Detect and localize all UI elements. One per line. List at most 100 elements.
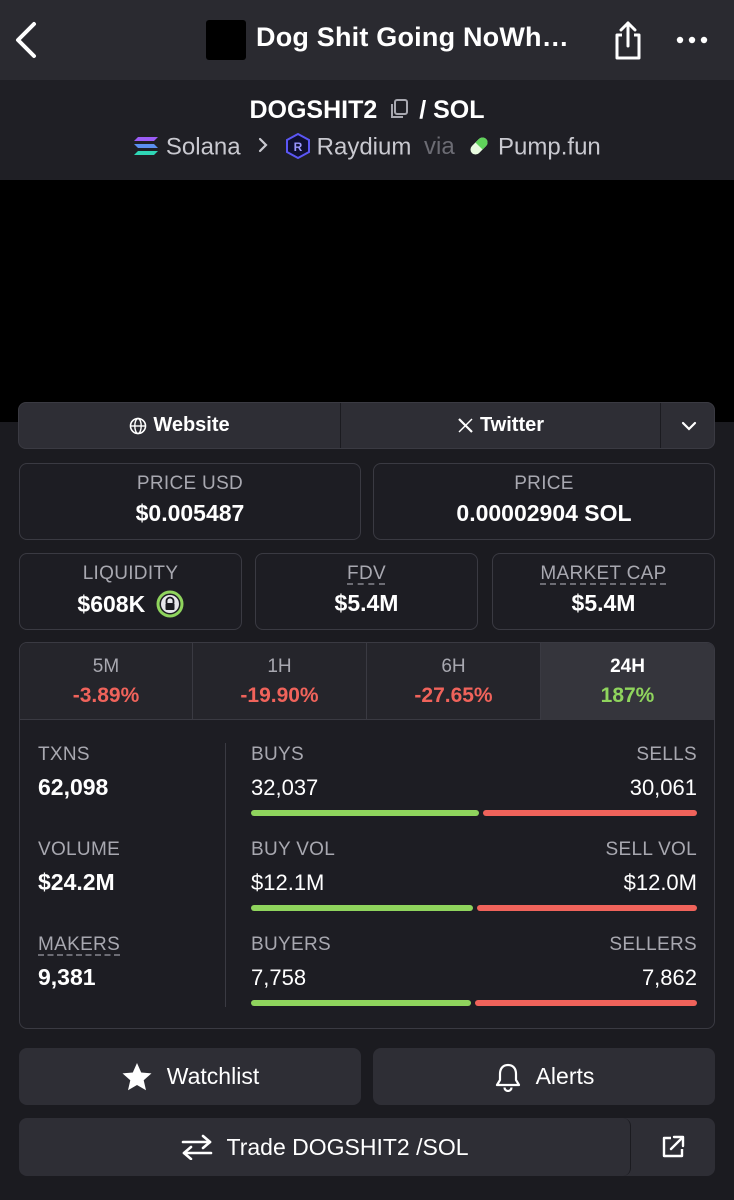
liquidity-card: LIQUIDITY $608K: [19, 553, 242, 630]
sells-bar: [483, 810, 697, 816]
sells-label: SELLS: [636, 744, 697, 765]
price-usd-label: PRICE USD: [136, 473, 244, 494]
timeframe-tabs: 5M -3.89% 1H -19.90% 6H -27.65% 24H 187%: [20, 643, 714, 720]
market-cap-card: MARKET CAP $5.4M: [492, 553, 715, 630]
share-button[interactable]: [608, 18, 648, 62]
makers-stat: MAKERS 9,381: [38, 934, 120, 991]
price-usd-value: $0.005487: [135, 500, 245, 526]
chevron-left-icon: [16, 22, 36, 58]
volume-bar: [251, 905, 697, 911]
makers-value: 9,381: [38, 964, 96, 990]
fdv-card: FDV $5.4M: [255, 553, 478, 630]
chevron-right-icon: [257, 132, 269, 160]
external-link-icon: [662, 1135, 685, 1158]
txns-value: 62,098: [38, 774, 109, 800]
liquidity-value-row: $608K: [20, 590, 241, 622]
bell-icon: [495, 1063, 520, 1092]
pair-header: [0, 80, 734, 180]
x-logo-icon: [458, 418, 473, 433]
price-change: -27.65%: [414, 684, 493, 707]
price-usd-card: PRICE USD $0.005487: [19, 463, 361, 540]
website-button[interactable]: Website: [19, 403, 341, 448]
back-button[interactable]: [8, 16, 44, 64]
pill-icon: [470, 137, 488, 155]
sell-vol-bar: [476, 905, 697, 911]
sell-vol-label: SELL VOL: [605, 839, 697, 860]
launchpad-name[interactable]: Pump.fun: [498, 133, 601, 160]
tab-6h[interactable]: 6H -27.65%: [367, 643, 541, 720]
lock-icon[interactable]: [156, 590, 184, 618]
chain-breadcrumb: Solana R Raydium via Pump.fun: [0, 132, 734, 164]
buy-vol-label: BUY VOL: [251, 839, 336, 860]
tab-5m[interactable]: 5M -3.89%: [20, 643, 193, 720]
buy-vol-value: $12.1M: [251, 870, 325, 895]
price-sol-value: 0.00002904 SOL: [456, 500, 632, 526]
price-chart[interactable]: [0, 180, 734, 422]
volume-stat: VOLUME $24.2M: [38, 839, 120, 896]
twitter-label: Twitter: [479, 414, 545, 436]
trade-external-button[interactable]: [631, 1118, 715, 1176]
tab-label: 24H: [610, 656, 645, 677]
fdv-label[interactable]: FDV: [347, 563, 386, 584]
buys-label: BUYS: [251, 744, 304, 765]
buyers-sellers-split: BUYERS SELLERS 7,758 7,862: [251, 934, 697, 1006]
trade-bar: Trade DOGSHIT2 /SOL: [19, 1118, 715, 1176]
tab-label: 6H: [441, 656, 466, 677]
share-icon: [615, 21, 641, 60]
alerts-button[interactable]: Alerts: [373, 1048, 715, 1105]
chain-name[interactable]: Solana: [166, 133, 241, 160]
via-label: via: [424, 133, 455, 161]
token-avatar: [206, 20, 246, 60]
dex-name[interactable]: Raydium: [317, 133, 412, 160]
volume-value: $24.2M: [38, 869, 115, 895]
more-button[interactable]: [672, 22, 712, 58]
fdv-value: $5.4M: [334, 590, 399, 616]
sellers-bar-fill: [474, 1000, 697, 1006]
buyers-bar-fill: [251, 1000, 471, 1006]
watchlist-label: Watchlist: [166, 1063, 260, 1089]
buyers-bar: [251, 1000, 697, 1006]
buy-sell-volume-split: BUY VOL SELL VOL $12.1M $12.0M: [251, 839, 697, 911]
divider: [225, 743, 226, 1007]
page-title: Dog Shit Going NoWh…: [256, 22, 569, 52]
globe-icon: [130, 417, 147, 434]
buyers-value: 7,758: [251, 965, 307, 990]
market-cap-label[interactable]: MARKET CAP: [540, 563, 666, 584]
swap-arrows-icon: [181, 1134, 212, 1160]
price-change: -3.89%: [72, 684, 140, 707]
alerts-label: Alerts: [535, 1063, 595, 1089]
buyers-label: BUYERS: [251, 934, 331, 955]
watchlist-button[interactable]: Watchlist: [19, 1048, 361, 1105]
makers-label[interactable]: MAKERS: [38, 934, 120, 955]
social-links-bar: Website Twitter: [18, 402, 715, 449]
price-change: -19.90%: [240, 684, 319, 707]
sell-vol-value: $12.0M: [623, 870, 697, 895]
tab-label: 5M: [92, 656, 120, 677]
tab-24h[interactable]: 24H 187%: [541, 643, 714, 720]
copy-icon[interactable]: [388, 98, 410, 120]
sellers-label: SELLERS: [609, 934, 697, 955]
tab-1h[interactable]: 1H -19.90%: [193, 643, 367, 720]
buy-vol-bar: [251, 905, 473, 911]
txns-label: TXNS: [38, 744, 90, 765]
trade-button[interactable]: Trade DOGSHIT2 /SOL: [19, 1118, 631, 1176]
activity-panel: 5M -3.89% 1H -19.90% 6H -27.65% 24H 187%…: [19, 642, 715, 1029]
sellers-value: 7,862: [641, 965, 697, 990]
more-horizontal-icon: [676, 36, 708, 44]
base-token-symbol: DOGSHIT2: [249, 96, 378, 124]
sells-value: 30,061: [629, 775, 697, 800]
svg-text:R: R: [294, 140, 303, 154]
more-links-dropdown[interactable]: [661, 403, 716, 448]
price-sol-label: PRICE: [514, 473, 574, 494]
txns-stat: TXNS 62,098: [38, 744, 108, 801]
quote-token-symbol: SOL: [433, 96, 485, 124]
pair-separator: /: [419, 96, 427, 124]
solana-icon: [134, 137, 159, 155]
trade-label: Trade DOGSHIT2 /SOL: [226, 1133, 469, 1160]
price-sol-card: PRICE 0.00002904 SOL: [373, 463, 715, 540]
star-icon: [122, 1062, 152, 1090]
liquidity-label: LIQUIDITY: [82, 563, 179, 584]
twitter-button[interactable]: Twitter: [341, 403, 661, 448]
buys-bar: [251, 810, 480, 816]
buys-sells-split: BUYS SELLS 32,037 30,061: [251, 744, 697, 816]
